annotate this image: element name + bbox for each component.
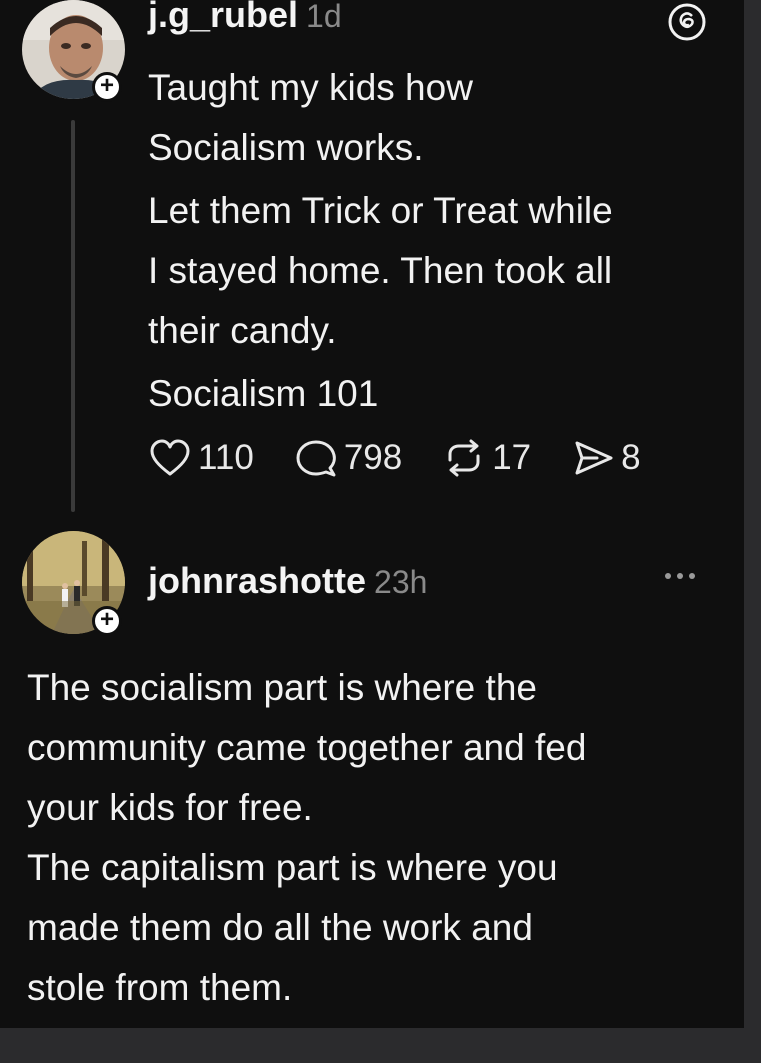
repost-count: 17 bbox=[492, 438, 532, 477]
reply-line: made them do all the work and bbox=[27, 907, 533, 948]
threads-logo-icon bbox=[667, 2, 707, 42]
reply-count: 798 bbox=[343, 438, 403, 477]
post-line: Taught my kids how bbox=[148, 67, 473, 108]
post-line: I stayed home. Then took all bbox=[148, 250, 613, 291]
plus-icon: + bbox=[99, 72, 114, 99]
reply-username[interactable]: johnrashotte bbox=[148, 560, 366, 602]
reply-body: The socialism part is where the communit… bbox=[27, 658, 737, 1018]
reply-paragraph-2: The capitalism part is where you made th… bbox=[27, 838, 737, 1018]
post-line: Let them Trick or Treat while bbox=[148, 190, 613, 231]
reply-header: johnrashotte 23h bbox=[148, 560, 427, 602]
reply-button[interactable]: 798 bbox=[294, 438, 402, 478]
post-paragraph-2: Let them Trick or Treat while I stayed h… bbox=[148, 181, 738, 361]
reply-paragraph-1: The socialism part is where the communit… bbox=[27, 658, 737, 838]
post-paragraph-1: Taught my kids how Socialism works. bbox=[148, 58, 738, 178]
post-actions: 110 798 17 8 bbox=[148, 438, 641, 478]
heart-icon bbox=[150, 439, 190, 476]
reply-line: The capitalism part is where you bbox=[27, 847, 558, 888]
threads-screen: + j.g_rubel 1d Taught my kids how Social… bbox=[0, 0, 744, 1028]
post-paragraph-3: Socialism 101 bbox=[148, 364, 738, 424]
share-count: 8 bbox=[621, 438, 641, 477]
repost-icon bbox=[448, 439, 480, 477]
reply-line: your kids for free. bbox=[27, 787, 313, 828]
screenshot-border-right bbox=[744, 0, 761, 1063]
comment-icon bbox=[296, 440, 336, 477]
screenshot-border-bottom bbox=[0, 1028, 761, 1063]
plus-icon: + bbox=[99, 606, 114, 633]
post-username[interactable]: j.g_rubel bbox=[148, 0, 298, 36]
post-line: Socialism 101 bbox=[148, 373, 379, 414]
reply-line: The socialism part is where the bbox=[27, 667, 537, 708]
reply-timestamp: 23h bbox=[374, 564, 428, 600]
repost-button[interactable]: 17 bbox=[442, 438, 531, 478]
like-count: 110 bbox=[198, 438, 254, 477]
more-horizontal-icon[interactable] bbox=[665, 566, 707, 586]
like-button[interactable]: 110 bbox=[148, 438, 254, 478]
post-line: their candy. bbox=[148, 310, 337, 351]
share-button[interactable]: 8 bbox=[571, 438, 641, 478]
post-header: j.g_rubel 1d bbox=[148, 0, 342, 36]
send-icon bbox=[575, 441, 613, 475]
post-body: Taught my kids how Socialism works. Let … bbox=[148, 58, 738, 427]
follow-button[interactable]: + bbox=[92, 72, 122, 102]
reply-line: stole from them. bbox=[27, 967, 293, 1008]
thread-connector-line bbox=[71, 120, 75, 512]
reply-line: community came together and fed bbox=[27, 727, 587, 768]
post-line: Socialism works. bbox=[148, 127, 424, 168]
follow-button[interactable]: + bbox=[92, 606, 122, 636]
post-timestamp: 1d bbox=[306, 0, 342, 34]
